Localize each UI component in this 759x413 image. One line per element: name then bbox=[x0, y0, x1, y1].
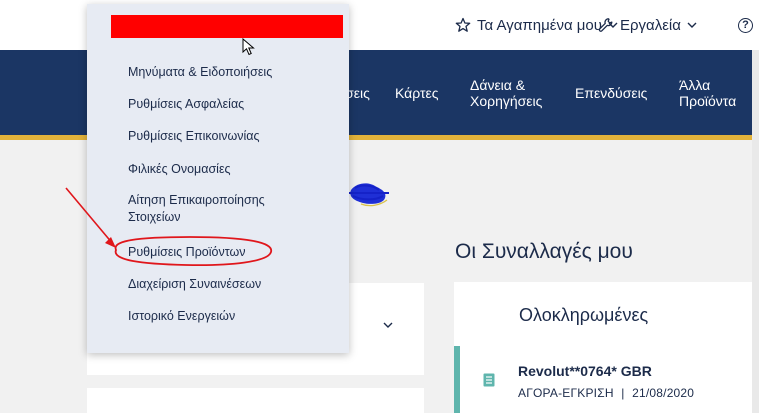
chevron-down-icon[interactable] bbox=[383, 320, 393, 330]
star-icon bbox=[455, 17, 471, 32]
menu-item-update-details[interactable]: Αίτηση Επικαιροποίησης Στοιχείων bbox=[128, 192, 265, 226]
tools-menu[interactable]: Εργαλεία bbox=[598, 14, 697, 36]
menu-item-activity-history[interactable]: Ιστορικό Ενεργειών bbox=[128, 308, 235, 325]
menu-item-security-settings[interactable]: Ρυθμίσεις Ασφαλείας bbox=[128, 96, 244, 113]
panel-card bbox=[87, 388, 424, 413]
separator: | bbox=[621, 386, 625, 400]
menu-item-contact-settings[interactable]: Ρυθμίσεις Επικοινωνίας bbox=[128, 128, 260, 145]
help-button[interactable]: ? bbox=[738, 14, 753, 36]
nav-item-other-products[interactable]: Άλλα Προϊόντα bbox=[679, 77, 736, 109]
nav-item-investments[interactable]: Επενδύσεις bbox=[575, 85, 647, 101]
completed-tab[interactable]: Ολοκληρωμένες bbox=[519, 305, 648, 326]
transaction-meta: ΑΓΟΡΑ-ΕΓΚΡΙΣΗ | 21/08/2020 bbox=[518, 386, 694, 400]
menu-item-friendly-names[interactable]: Φιλικές Ονομασίες bbox=[128, 161, 231, 178]
list-icon bbox=[483, 373, 495, 387]
menu-item-messages[interactable]: Μηνύματα & Ειδοποιήσεις bbox=[128, 64, 272, 81]
chevron-down-icon bbox=[687, 22, 697, 28]
tools-label: Εργαλεία bbox=[620, 16, 681, 34]
transaction-status-bar bbox=[454, 346, 460, 413]
transaction-merchant[interactable]: Revolut**0764* GBR bbox=[518, 363, 652, 379]
help-icon: ? bbox=[738, 17, 753, 33]
wrench-icon bbox=[598, 18, 613, 32]
favorites-menu[interactable]: Τα Αγαπημένα μου bbox=[455, 14, 618, 36]
scrollbar[interactable] bbox=[752, 50, 759, 413]
favorites-label: Τα Αγαπημένα μου bbox=[477, 16, 602, 34]
nav-item-cards[interactable]: Κάρτες bbox=[395, 85, 439, 101]
mouse-cursor-icon bbox=[242, 38, 255, 56]
redacted-username bbox=[111, 15, 343, 38]
blue-scribble bbox=[349, 183, 389, 207]
transactions-title: Οι Συναλλαγές μου bbox=[455, 240, 633, 263]
transaction-date: 21/08/2020 bbox=[632, 386, 695, 400]
profile-dropdown-menu: Μηνύματα & Ειδοποιήσεις Ρυθμίσεις Ασφαλε… bbox=[87, 4, 349, 353]
nav-item-loans[interactable]: Δάνεια & Χορηγήσεις bbox=[470, 77, 542, 109]
menu-item-product-settings[interactable]: Ρυθμίσεις Προϊόντων bbox=[128, 244, 246, 261]
menu-item-consent-management[interactable]: Διαχείριση Συναινέσεων bbox=[128, 276, 261, 293]
transaction-type: ΑΓΟΡΑ-ΕΓΚΡΙΣΗ bbox=[518, 386, 614, 400]
